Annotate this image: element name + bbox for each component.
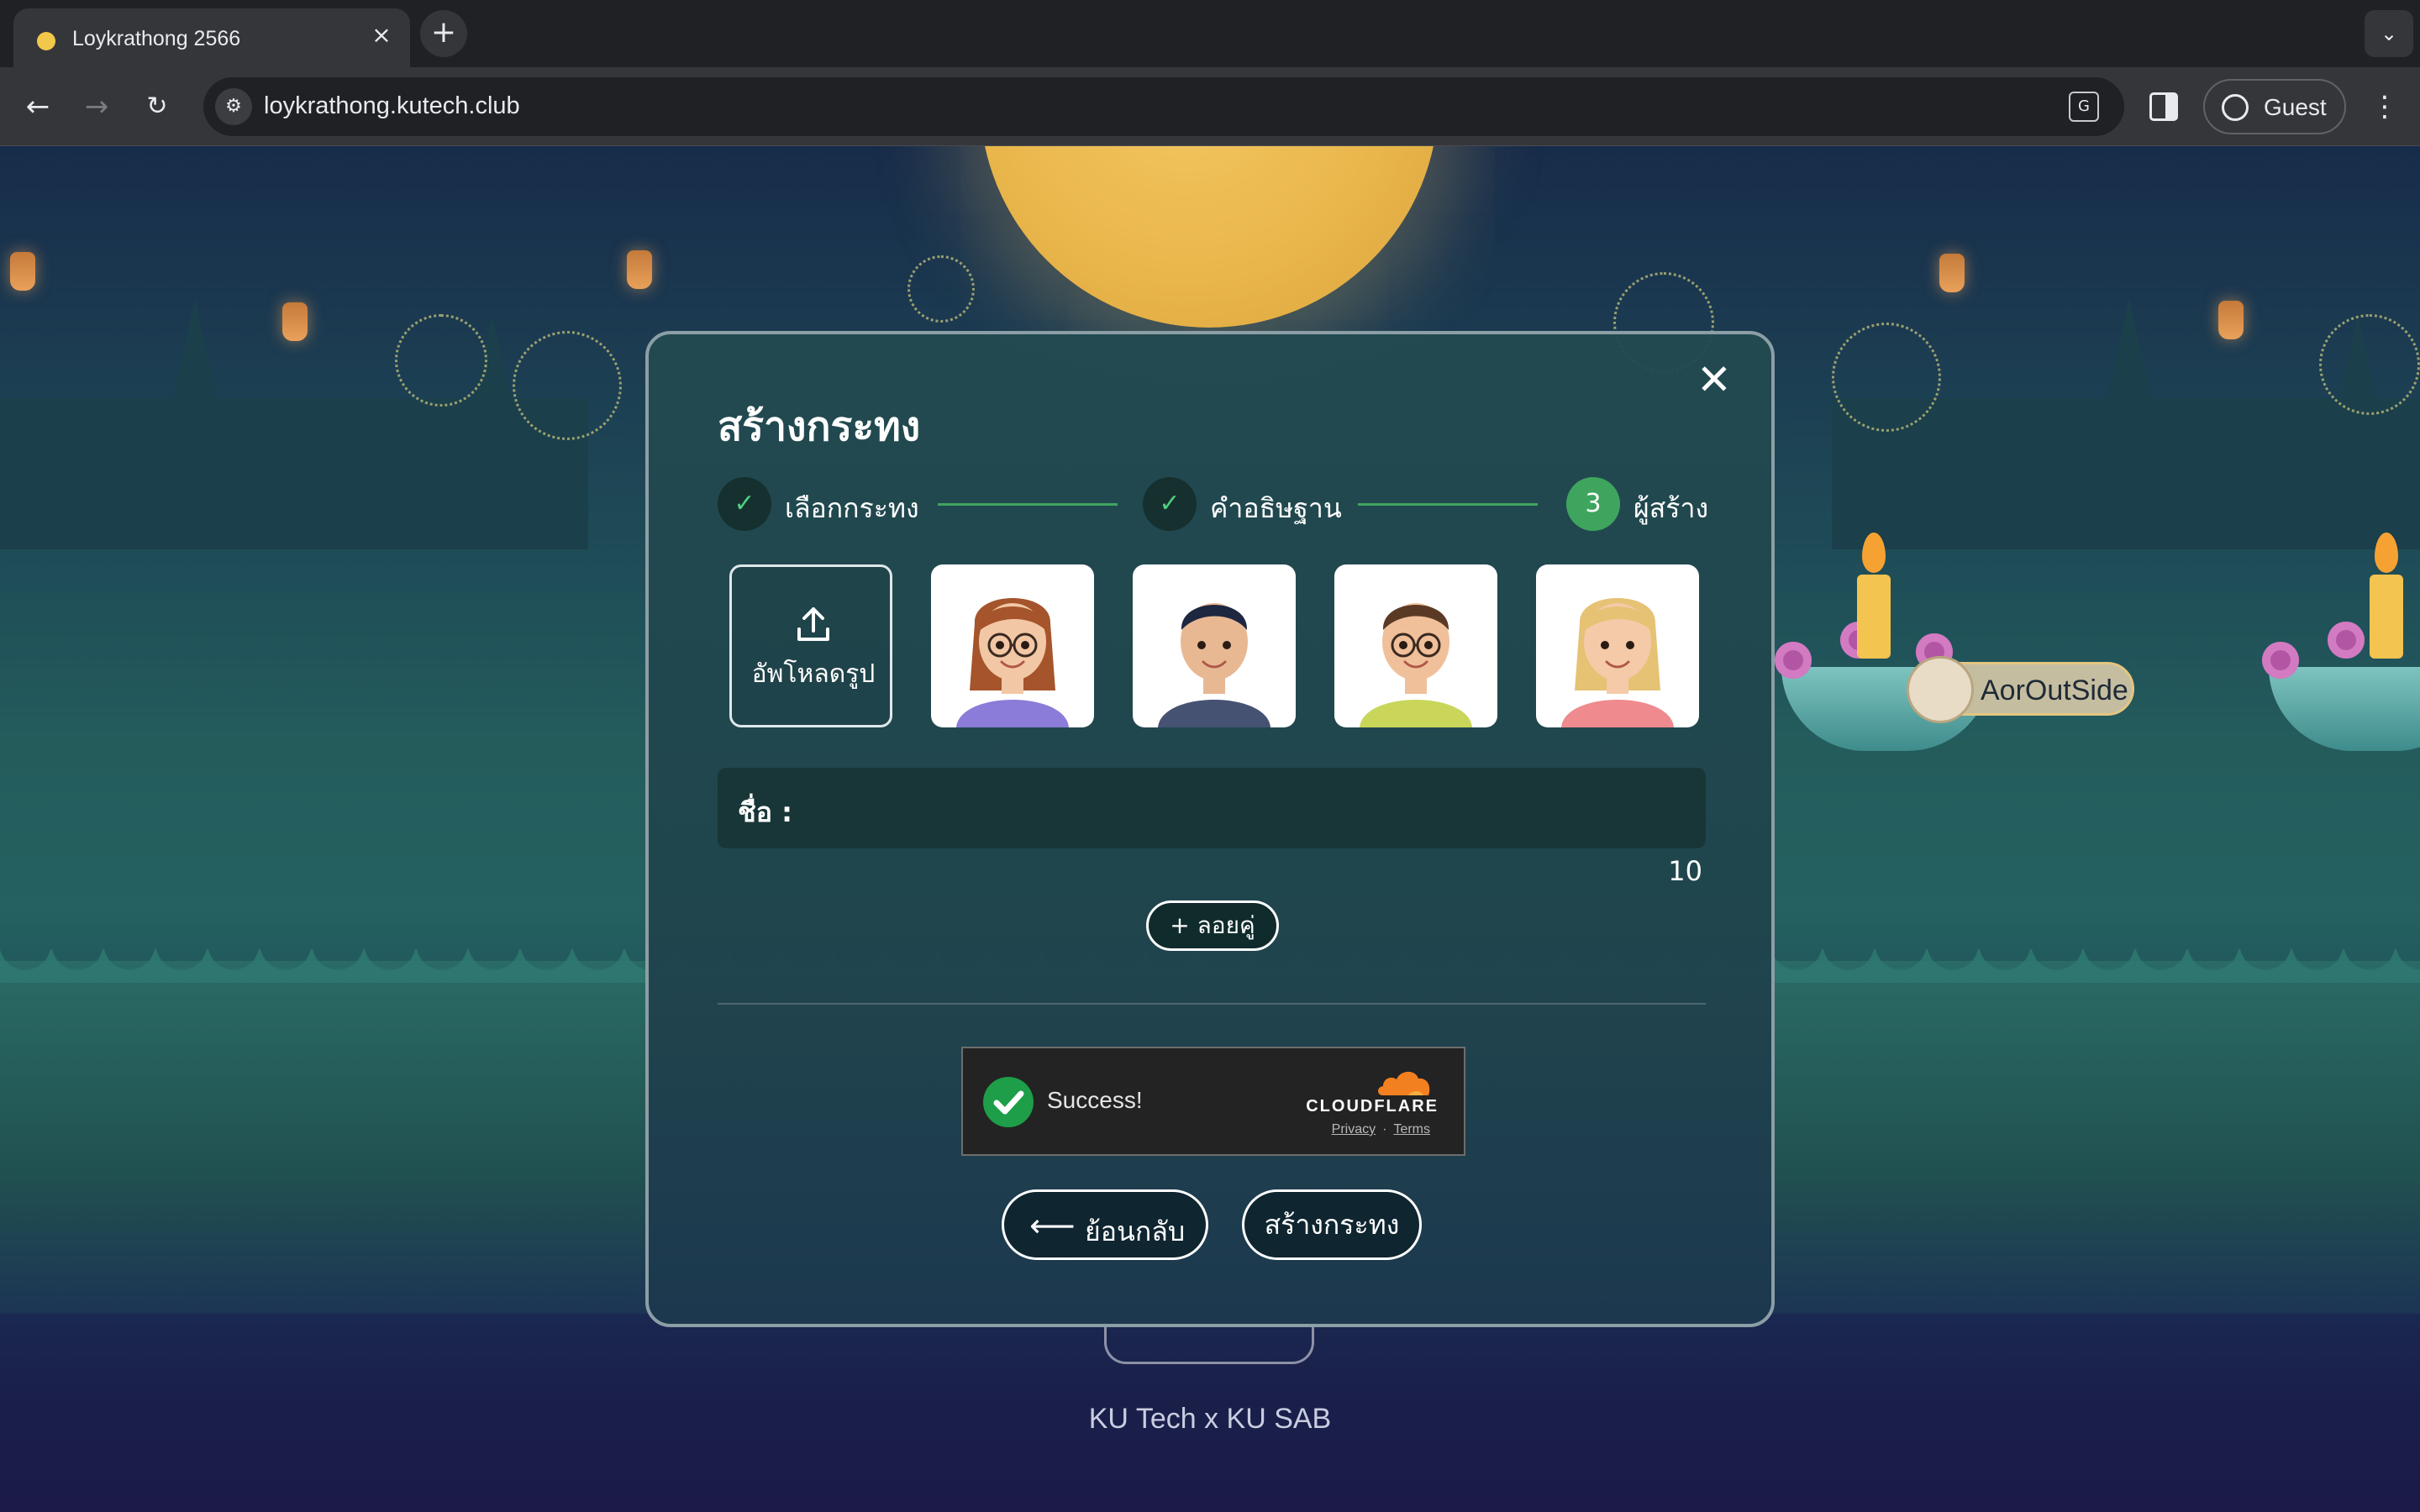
upload-label: อัพโหลดรูป [751,659,876,689]
reload-icon[interactable]: ↻ [138,87,176,126]
footer-credit: KU Tech x KU SAB [1088,1403,1332,1435]
name-field[interactable]: ชื่อ : [718,768,1706,848]
section-divider [718,1003,1706,1005]
krathong-flower [1775,642,1812,679]
float-as-pair-button[interactable]: + ลอยคู่ [1146,900,1279,951]
creator-name: AorOutSide [1981,675,2128,706]
name-input[interactable] [798,778,1689,838]
krathong-base [2269,667,2420,751]
kebab-menu-icon[interactable]: ⋮ [2368,84,2402,129]
avatar-option-4[interactable] [1536,564,1699,727]
moon-illustration [980,146,1439,328]
temple-spire [173,297,217,398]
profile-label: Guest [2264,94,2327,120]
avatar-girl-glasses-icon [956,598,1069,727]
address-bar[interactable]: ⚙ loykrathong.kutech.club G [203,77,2124,136]
avatar-boy-glasses-icon [1360,603,1472,727]
success-check-icon [983,1077,1034,1127]
back-button[interactable]: ⟵ ย้อนกลับ [1002,1189,1208,1260]
cloudflare-brand: CLOUDFLARE [1306,1097,1439,1116]
close-icon[interactable]: ✕ [1694,359,1734,401]
sky-lantern [627,250,652,289]
upload-icon [797,607,829,641]
link-separator: · [1382,1122,1387,1137]
krathong-candle [1857,575,1891,659]
captcha-links: Privacy · Terms [1332,1122,1430,1137]
creator-avatar [1907,656,1974,723]
browser-tab[interactable]: Loykrathong 2566 × [13,8,410,67]
translate-icon[interactable]: G [2069,92,2099,122]
character-counter: 10 [1668,855,1702,887]
step-connector [1358,503,1538,506]
temple-silhouette-right [1832,398,2420,549]
cloudflare-logo: CLOUDFLARE [1304,1067,1439,1116]
upload-photo-button[interactable]: อัพโหลดรูป [729,564,892,727]
moon-favicon-icon [37,32,55,50]
arrow-left-icon: ⟵ [1029,1207,1076,1244]
firework [1832,323,1941,432]
sky-lantern [282,302,308,341]
terms-link[interactable]: Terms [1393,1122,1430,1137]
captcha-status: Success! [1047,1087,1143,1113]
dialog-title: สร้างกระทง [718,403,921,450]
side-panel-icon[interactable] [2149,92,2178,121]
firework [908,255,975,323]
krathong-flower [2262,642,2299,679]
step-1-check-icon: ✓ [718,477,771,531]
avatar-option-3[interactable] [1334,564,1497,727]
background-button-edge [1104,1322,1314,1364]
cloudflare-turnstile-widget[interactable]: Success! CLOUDFLARE Privacy · Terms [961,1047,1465,1156]
avatar-girl-blonde-icon [1561,598,1674,727]
floating-krathong[interactable] [1773,533,2000,751]
browser-toolbar: ← → ↻ ⚙ loykrathong.kutech.club G Guest … [0,67,2420,146]
privacy-link[interactable]: Privacy [1332,1122,1376,1137]
create-krathong-button[interactable]: สร้างกระทง [1242,1189,1422,1260]
krathong-name-tag: AorOutSide [1907,656,2134,723]
tab-title: Loykrathong 2566 [72,27,241,50]
step-2-check-icon: ✓ [1143,477,1197,531]
browser-tab-strip: Loykrathong 2566 × + ⌄ [0,0,2420,67]
step-1-label: เลือกกระทง [785,492,919,524]
url-text[interactable]: loykrathong.kutech.club [264,92,520,120]
step-3-badge: 3 [1566,477,1620,531]
forward-arrow-icon[interactable]: → [77,87,116,126]
avatar-picker: อัพโหลดรูป [729,564,1704,727]
step-3-label: ผู้สร้าง [1634,492,1709,524]
back-button-label: ย้อนกลับ [1085,1215,1186,1247]
back-arrow-icon[interactable]: ← [18,87,57,126]
krathong-flower [2328,622,2365,659]
firework [395,314,487,407]
profile-avatar-icon [2222,94,2249,121]
new-tab-button[interactable]: + [420,10,467,57]
sky-lantern [2218,301,2244,339]
sky-lantern [10,252,35,291]
cloudflare-cloud-icon [1378,1071,1430,1095]
name-label: ชื่อ : [738,796,792,828]
tab-search-chevron-icon[interactable]: ⌄ [2365,10,2413,57]
site-info-icon[interactable]: ⚙ [215,88,252,125]
floating-krathong[interactable] [2260,533,2420,751]
avatar-boy-hoodie-icon [1158,603,1270,727]
create-krathong-dialog: ✕ สร้างกระทง ✓ เลือกกระทง ✓ คำอธิษฐาน 3 … [645,331,1775,1327]
tab-close-icon[interactable]: × [368,22,395,49]
firework [513,331,622,440]
krathong-candle [2370,575,2403,659]
temple-spire [2107,297,2151,398]
avatar-option-2[interactable] [1133,564,1296,727]
profile-button[interactable]: Guest [2203,79,2346,134]
step-2-label: คำอธิษฐาน [1210,492,1342,524]
avatar-option-1[interactable] [931,564,1094,727]
step-connector [938,503,1118,506]
temple-silhouette-left [0,398,588,549]
sky-lantern [1939,254,1965,292]
firework [2319,314,2420,415]
stepper: ✓ เลือกกระทง ✓ คำอธิษฐาน 3 ผู้สร้าง [718,477,1709,533]
